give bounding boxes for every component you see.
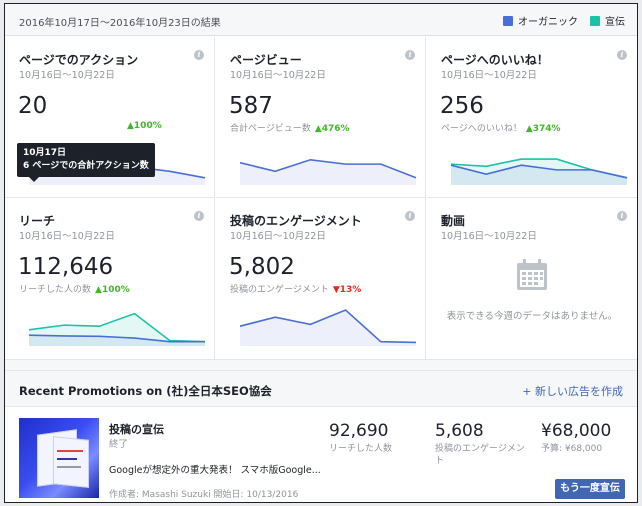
legend-paid-label: 宣伝 <box>605 17 625 28</box>
card-sub: 投稿のエンゲージメント ▼13% <box>230 282 361 295</box>
card-title: リーチ <box>19 214 56 228</box>
change-value: 476% <box>321 124 350 134</box>
organic-series-area <box>240 310 416 346</box>
engagement-label: 投稿のエンゲージメント <box>435 444 525 466</box>
summary-header: 2016年10月17日〜2016年10月23日の結果 オーガニック 宣伝 <box>5 4 637 36</box>
create-ad-link[interactable]: + 新しい広告を作成 <box>522 383 623 399</box>
metric-reach: 92,690 リーチした人数 <box>329 421 392 455</box>
info-icon[interactable]: i <box>617 50 627 60</box>
section-divider <box>5 359 637 371</box>
card-value: 20 <box>18 93 48 119</box>
card-value: 5,802 <box>229 254 295 280</box>
empty-state-text: 表示できる今週のデータはありません。 <box>446 311 618 322</box>
legend-organic[interactable]: オーガニック <box>503 13 578 28</box>
card-title: ページビュー <box>230 53 302 67</box>
card-value: 587 <box>229 93 273 119</box>
card-title: ページでのアクション <box>19 53 139 67</box>
card-sub: 合計ページビュー数 ▲476% <box>230 121 350 134</box>
change-up: ▲100% <box>95 285 130 295</box>
budget-label: 予算: ¥68,000 <box>541 444 603 454</box>
card-sub-label: ページへのいいね！ <box>441 124 522 134</box>
reach-value: 92,690 <box>329 421 389 441</box>
card-sub-label: 投稿のエンゲージメント <box>230 285 329 295</box>
budget-value: ¥68,000 <box>541 421 612 441</box>
card-page-views[interactable]: ページビュー 10月16日〜10月22日 i 587 合計ページビュー数 ▲476… <box>216 37 426 198</box>
info-icon[interactable]: i <box>617 211 627 221</box>
reach-label: リーチした人数 <box>329 444 393 454</box>
sparkline <box>239 309 417 346</box>
tooltip-date: 10月17日 <box>23 148 67 158</box>
metrics-grid: ページでのアクション 10月16日〜10月22日 i 20 ▲100% 10月1… <box>5 37 637 359</box>
legend-organic-label: オーガニック <box>518 17 578 28</box>
promotion-thumbnail[interactable] <box>19 418 99 498</box>
paid-swatch <box>590 15 600 26</box>
promote-again-button[interactable]: もう一度宣伝 <box>555 479 625 499</box>
metric-budget: ¥68,000 予算: ¥68,000 <box>541 421 611 455</box>
change-value: 100% <box>133 121 162 131</box>
promotions-title: Recent Promotions on (社)全日本SEO協会 <box>19 384 272 398</box>
info-icon[interactable]: i <box>405 50 415 60</box>
metric-engagement: 5,608 投稿のエンゲージメント <box>435 421 525 467</box>
card-page-actions[interactable]: ページでのアクション 10月16日〜10月22日 i 20 ▲100% 10月1… <box>5 37 215 198</box>
tooltip-text: 6 ページでの合計アクション数 <box>23 161 149 171</box>
card-date: 10月16日〜10月22日 <box>230 70 326 81</box>
chart-tooltip: 10月17日 6 ページでの合計アクション数 <box>17 143 155 182</box>
legend-paid[interactable]: 宣伝 <box>590 13 625 28</box>
sparkline <box>28 312 206 346</box>
card-title: ページへのいいね！ <box>441 53 549 67</box>
chart-legend: オーガニック 宣伝 <box>491 13 625 28</box>
card-value: 112,646 <box>18 254 114 280</box>
engagement-value: 5,608 <box>435 421 484 441</box>
calendar-icon <box>517 259 547 290</box>
card-date: 10月16日〜10月22日 <box>19 231 115 242</box>
info-icon[interactable]: i <box>194 50 204 60</box>
card-sub: ページへのいいね！ ▲374% <box>441 121 561 134</box>
change-up: ▲374% <box>525 124 561 134</box>
card-reach[interactable]: リーチ 10月16日〜10月22日 i 112,646 リーチした人の数 ▲100… <box>5 198 215 359</box>
promotion-text: Googleが想定外の重大発表！ スマホ版Google... <box>109 465 321 476</box>
change-up: ▲100% <box>127 121 162 131</box>
card-engagement[interactable]: 投稿のエンゲージメント 10月16日〜10月22日 i 5,802 投稿のエンゲ… <box>216 198 426 359</box>
sparkline <box>239 158 417 185</box>
card-video[interactable]: 動画 10月16日〜10月22日 i 表示できる今週のデータはありません。 <box>427 198 637 359</box>
promotion-status: 終了 <box>109 439 129 450</box>
thumb-page <box>53 436 89 488</box>
card-date: 10月16日〜10月22日 <box>19 70 115 81</box>
promotion-title[interactable]: 投稿の宣伝 <box>109 421 164 437</box>
card-page-likes[interactable]: ページへのいいね！ 10月16日〜10月22日 i 256 ページへのいいね！ ▲… <box>427 37 637 198</box>
organic-series-area <box>240 159 416 185</box>
card-sub-label: 合計ページビュー数 <box>230 124 311 134</box>
sparkline <box>450 158 628 185</box>
card-sub-label: リーチした人の数 <box>19 285 92 295</box>
change-value: 13% <box>339 285 362 295</box>
card-date: 10月16日〜10月22日 <box>441 231 537 242</box>
promotion-item[interactable]: 投稿の宣伝 終了 Googleが想定外の重大発表！ スマホ版Google... … <box>5 408 637 502</box>
change-down: ▼13% <box>332 285 362 295</box>
thumb-line <box>57 466 81 468</box>
promotions-header: Recent Promotions on (社)全日本SEO協会 + 新しい広告… <box>5 371 637 407</box>
date-range: 2016年10月17日〜2016年10月23日の結果 <box>19 18 221 29</box>
promotion-meta: 作成者: Masashi Suzuki 開始日: 10/13/2016 <box>109 490 299 500</box>
card-title: 投稿のエンゲージメント <box>230 214 362 228</box>
change-up: ▲476% <box>314 124 350 134</box>
info-icon[interactable]: i <box>405 211 415 221</box>
card-sub: リーチした人の数 ▲100% <box>19 282 130 295</box>
thumb-line <box>57 458 77 460</box>
card-title: 動画 <box>441 214 466 228</box>
card-date: 10月16日〜10月22日 <box>230 231 326 242</box>
card-date: 10月16日〜10月22日 <box>441 70 537 81</box>
change-value: 100% <box>101 285 130 295</box>
insights-panel: 2016年10月17日〜2016年10月23日の結果 オーガニック 宣伝 ページ… <box>4 3 638 503</box>
thumb-line <box>57 450 83 452</box>
card-value: 256 <box>440 93 484 119</box>
info-icon[interactable]: i <box>194 211 204 221</box>
organic-swatch <box>503 15 513 26</box>
card-change-row: ▲100% <box>123 121 162 131</box>
change-value: 374% <box>532 124 561 134</box>
